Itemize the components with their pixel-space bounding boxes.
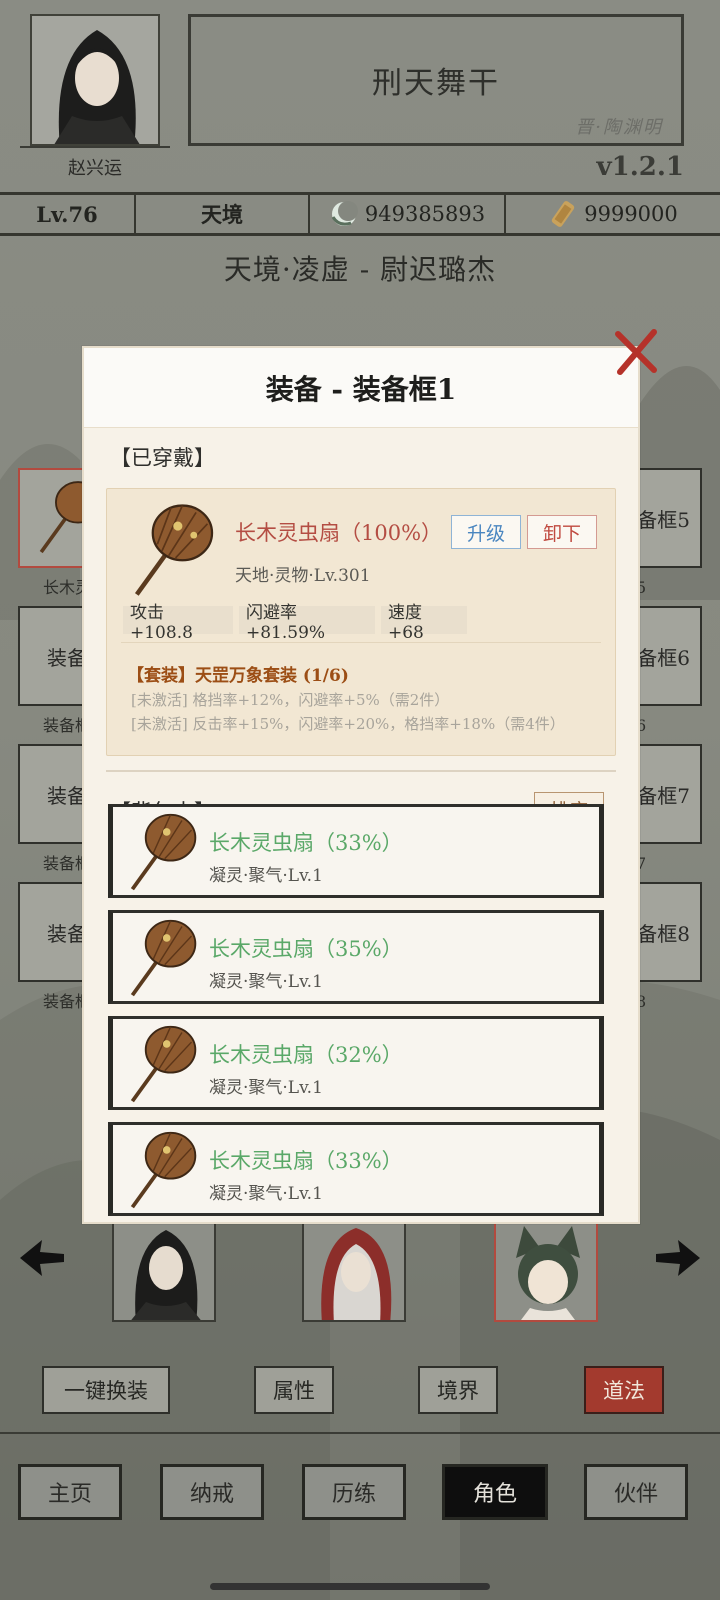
character-card-1[interactable] bbox=[112, 1216, 216, 1322]
fan-icon bbox=[130, 1025, 197, 1103]
bag-item-name: 长木灵虫扇（33%） bbox=[209, 831, 403, 855]
spirit-stone-value: 949385893 bbox=[364, 202, 486, 226]
slot-text: 装备 bbox=[47, 645, 87, 670]
poem-author: 晋·陶渊明 bbox=[575, 117, 663, 138]
bag-item-name: 长木灵虫扇（33%） bbox=[209, 1149, 403, 1173]
slot-text: 备框6 bbox=[637, 645, 690, 670]
list-item[interactable]: 长木灵虫扇（33%） 凝灵·聚气·Lv.1 bbox=[108, 1122, 604, 1216]
left-arrow-icon[interactable] bbox=[16, 1236, 66, 1280]
nav-home[interactable]: 主页 bbox=[18, 1464, 122, 1520]
fan-icon bbox=[130, 813, 197, 891]
bag-item-subtitle: 凝灵·聚气·Lv.1 bbox=[209, 1078, 323, 1098]
attributes-button[interactable]: 属性 bbox=[254, 1366, 334, 1414]
version-label: v1.2.1 bbox=[596, 152, 684, 182]
divider bbox=[0, 1432, 720, 1434]
divider bbox=[20, 146, 170, 148]
level-value: Lv.76 bbox=[36, 201, 98, 227]
avatar bbox=[131, 1230, 201, 1320]
fan-icon bbox=[130, 919, 197, 997]
list-item[interactable]: 长木灵虫扇（35%） 凝灵·聚气·Lv.1 bbox=[108, 910, 604, 1004]
list-item[interactable]: 长木灵虫扇（32%） 凝灵·聚气·Lv.1 bbox=[108, 1016, 604, 1110]
bag-list[interactable]: 长木灵虫扇（33%） 凝灵·聚气·Lv.1 长木灵虫扇（35%） 凝灵·聚气·L… bbox=[84, 348, 638, 1222]
nav-companions[interactable]: 伙伴 bbox=[584, 1464, 688, 1520]
list-item[interactable]: 长木灵虫扇（33%） 凝灵·聚气·Lv.1 bbox=[108, 804, 604, 898]
nav-training[interactable]: 历练 bbox=[302, 1464, 406, 1520]
poem-banner: 刑天舞干 晋·陶渊明 bbox=[188, 14, 684, 146]
spirit-stone-counter: 949385893 bbox=[310, 195, 504, 233]
slot-text: 备框8 bbox=[637, 921, 690, 946]
slot-text: 备框5 bbox=[637, 507, 690, 532]
bag-item-name: 长木灵虫扇（32%） bbox=[209, 1043, 403, 1067]
player-name: 赵兴运 bbox=[68, 158, 122, 179]
one-click-equip-button[interactable]: 一键换装 bbox=[42, 1366, 170, 1414]
right-arrow-icon[interactable] bbox=[654, 1236, 704, 1280]
nav-storage-ring[interactable]: 纳戒 bbox=[160, 1464, 264, 1520]
bag-item-subtitle: 凝灵·聚气·Lv.1 bbox=[209, 1184, 323, 1204]
character-card-3[interactable] bbox=[494, 1216, 598, 1322]
scroll-icon bbox=[552, 201, 575, 227]
nav-character[interactable]: 角色 bbox=[442, 1464, 548, 1520]
bag-item-name: 长木灵虫扇（35%） bbox=[209, 937, 403, 961]
character-card-2[interactable] bbox=[302, 1216, 406, 1322]
jade-coin-icon bbox=[331, 201, 358, 226]
avatar bbox=[32, 16, 158, 144]
avatar bbox=[321, 1228, 392, 1320]
fan-icon bbox=[130, 1131, 197, 1209]
slot-text: 装备 bbox=[47, 783, 87, 808]
bag-item-subtitle: 凝灵·聚气·Lv.1 bbox=[209, 866, 323, 886]
realm-button[interactable]: 境界 bbox=[418, 1366, 498, 1414]
close-icon[interactable] bbox=[610, 326, 662, 378]
realm-value: 天境 bbox=[201, 202, 243, 227]
scroll-counter: 9999000 bbox=[506, 195, 720, 233]
poem-title: 刑天舞干 bbox=[372, 66, 500, 101]
home-indicator[interactable] bbox=[210, 1583, 490, 1590]
realm-title: 天境·凌虚 - 尉迟璐杰 bbox=[223, 253, 497, 286]
slot-text: 装备 bbox=[47, 921, 87, 946]
dao-method-button[interactable]: 道法 bbox=[584, 1366, 664, 1414]
player-portrait[interactable] bbox=[30, 14, 160, 146]
slot-text: 备框7 bbox=[637, 783, 690, 808]
scroll-value: 9999000 bbox=[584, 202, 678, 226]
avatar bbox=[516, 1226, 580, 1320]
bag-item-subtitle: 凝灵·聚气·Lv.1 bbox=[209, 972, 323, 992]
